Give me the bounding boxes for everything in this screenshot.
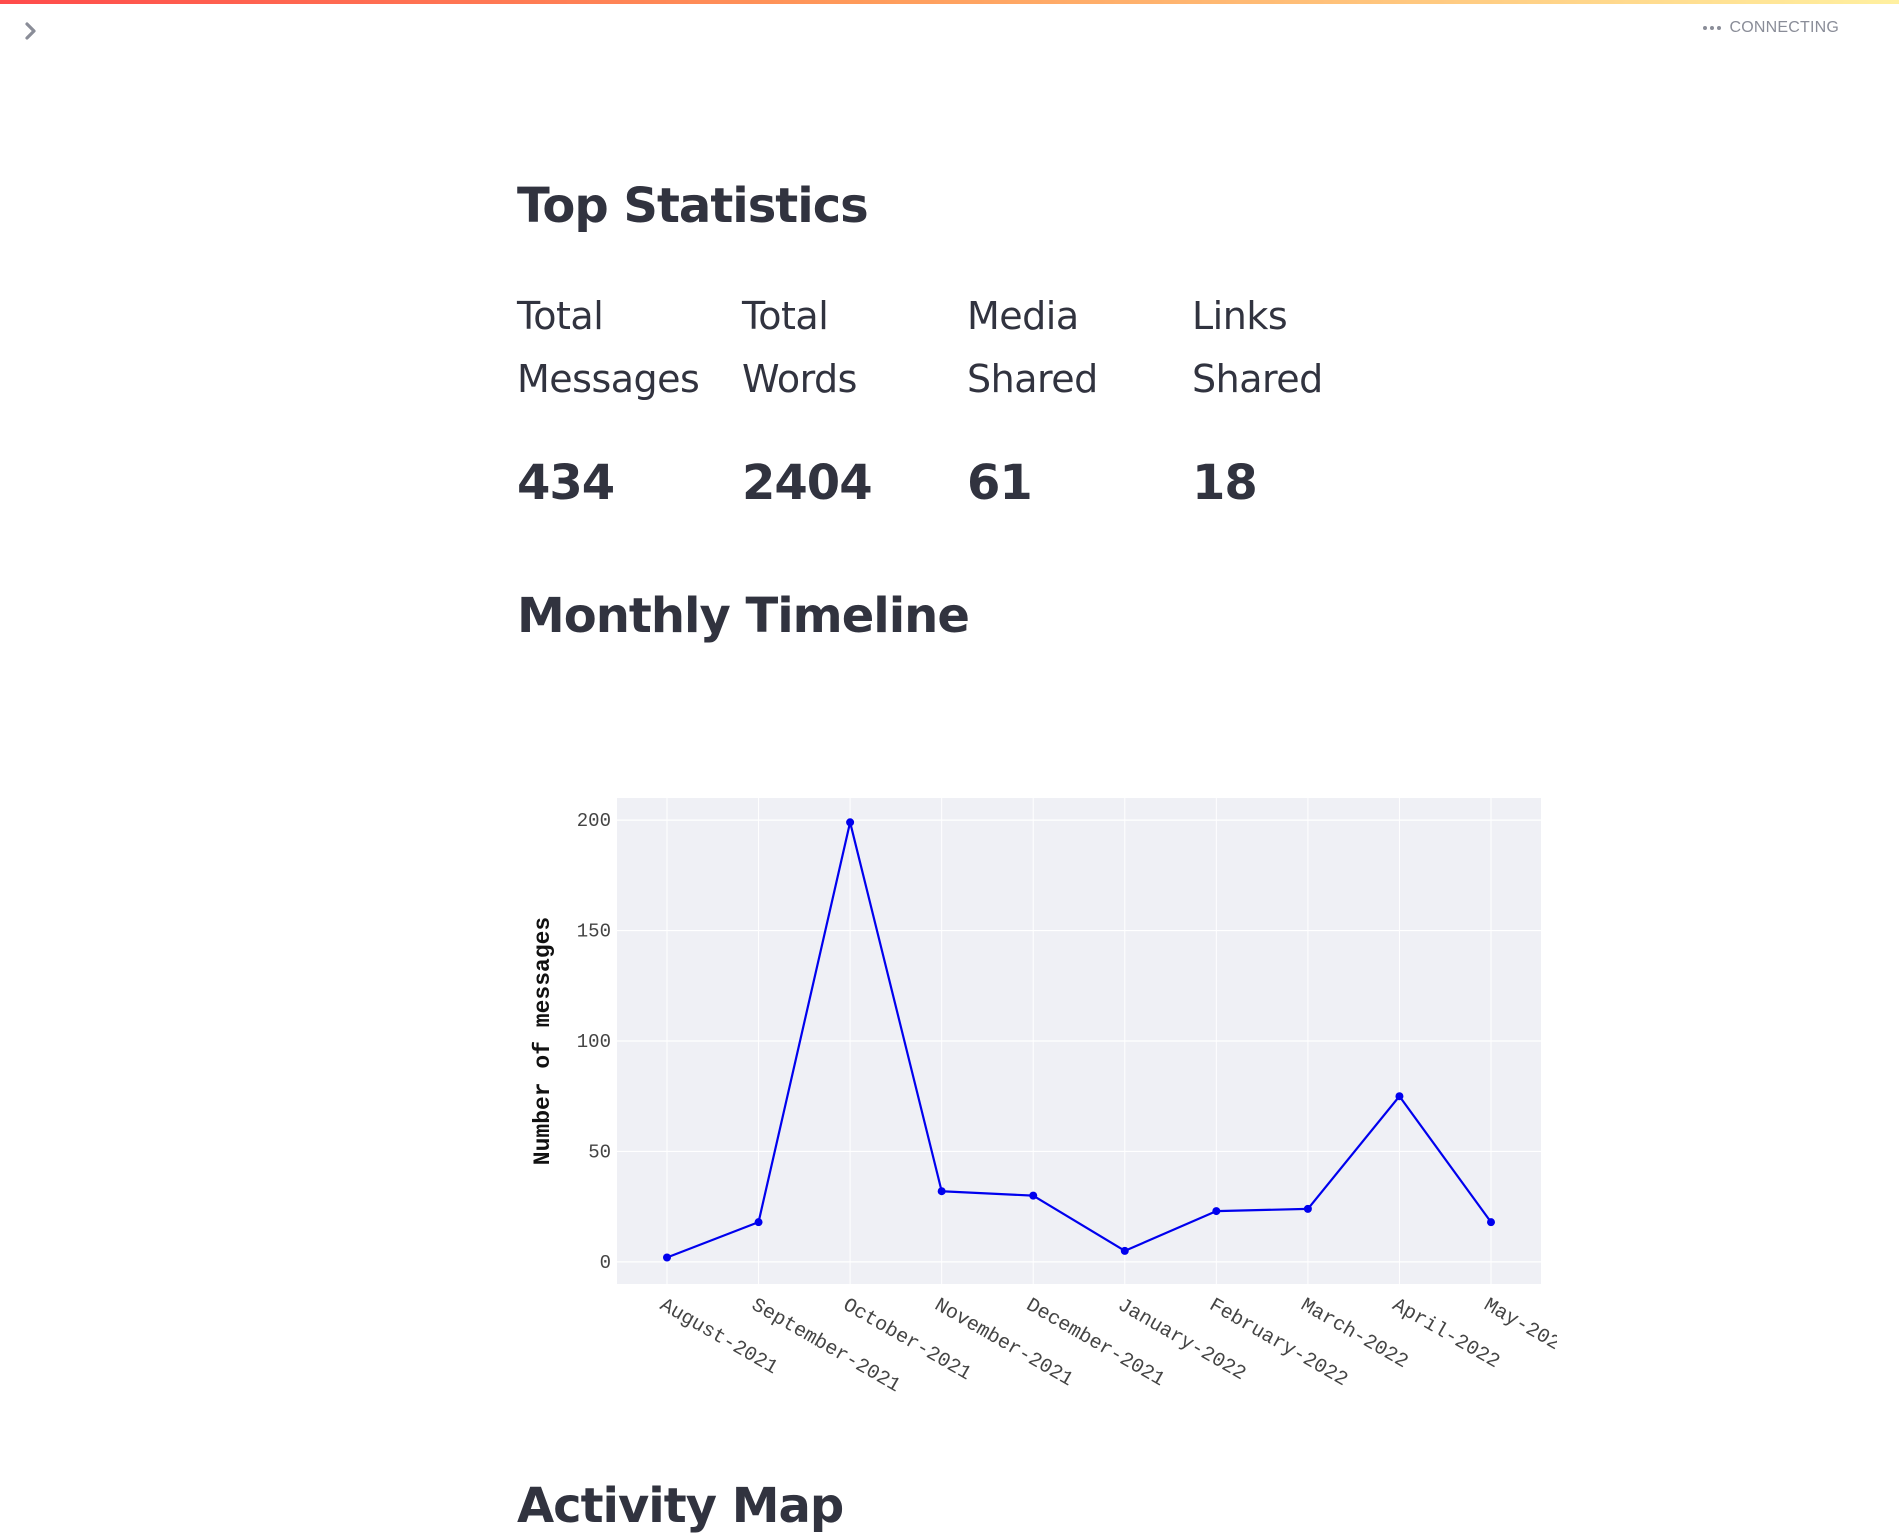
- more-dots-icon: [1703, 26, 1722, 30]
- top-statistics-heading: Top Statistics: [517, 178, 869, 234]
- data-point: [937, 1187, 946, 1196]
- monthly-timeline-chart[interactable]: 0 50 100 150 200 Number of messages August-202…: [517, 790, 1574, 1420]
- connection-status: CONNECTING: [1703, 19, 1839, 37]
- stat-label: Media Shared: [967, 294, 1098, 401]
- stat-value: 61: [967, 455, 1033, 511]
- data-point: [1029, 1191, 1038, 1200]
- timeline-chart-svg[interactable]: 050100150200Number of messagesAugust-202…: [517, 790, 1574, 1420]
- activity-map-heading: Activity Map: [517, 1478, 844, 1534]
- stat-total-words: Total Words 2404: [742, 285, 967, 511]
- data-point: [1303, 1204, 1312, 1213]
- y-tick-label: 100: [577, 1031, 611, 1053]
- y-axis-label: Number of messages: [530, 917, 556, 1165]
- connection-status-text: CONNECTING: [1729, 19, 1839, 36]
- stat-label: Links Shared: [1192, 294, 1323, 401]
- monthly-timeline-heading: Monthly Timeline: [517, 588, 970, 644]
- data-point: [1120, 1246, 1129, 1255]
- data-point: [1212, 1207, 1221, 1216]
- stat-links-shared: Links Shared 18: [1192, 285, 1417, 511]
- data-point: [754, 1218, 763, 1227]
- x-tick-label: September-2021: [747, 1294, 904, 1398]
- data-point: [846, 818, 855, 827]
- y-tick-label: 50: [588, 1141, 611, 1163]
- data-point: [1395, 1092, 1404, 1101]
- stat-label: Total Messages: [517, 294, 700, 401]
- y-tick-label: 0: [600, 1252, 611, 1274]
- stat-value: 2404: [742, 455, 873, 511]
- sidebar-toggle-button[interactable]: [18, 18, 44, 44]
- stat-media-shared: Media Shared 61: [967, 285, 1192, 511]
- y-tick-label: 150: [577, 921, 611, 943]
- data-point: [663, 1253, 671, 1262]
- stat-value: 18: [1192, 455, 1258, 511]
- stat-value: 434: [517, 455, 615, 511]
- y-tick-label: 200: [577, 810, 611, 832]
- top-decoration-bar: [0, 0, 1899, 4]
- stats-row: Total Messages 434 Total Words 2404 Medi…: [517, 285, 1417, 511]
- stat-label: Total Words: [742, 294, 857, 401]
- stat-total-messages: Total Messages 434: [517, 285, 742, 511]
- chevron-right-icon: [25, 22, 36, 40]
- data-point: [1487, 1218, 1495, 1227]
